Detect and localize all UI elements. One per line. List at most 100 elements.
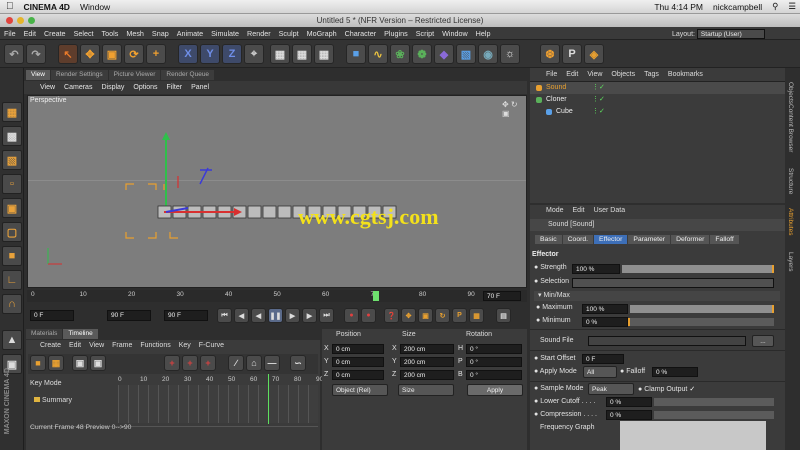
compression-field[interactable]: 0 % [606, 410, 652, 420]
apply-button[interactable]: Apply [467, 384, 523, 396]
coord-rv-field-0[interactable]: 0 ° [466, 344, 522, 354]
layout-value[interactable]: Startup (User) [696, 29, 765, 39]
z-axis-icon[interactable]: Z [222, 44, 242, 64]
add-key-icon[interactable]: + [164, 355, 180, 371]
attribute-tab-1[interactable]: Coord. [562, 235, 594, 244]
viewport-nav-icons[interactable]: ✥ ↻ ▣ [502, 100, 526, 118]
prev-frame-icon[interactable]: ◀ [251, 308, 266, 323]
object-menu-objects[interactable]: Objects [611, 71, 635, 78]
frame-selected-icon[interactable]: ▣ [90, 355, 106, 371]
max-frame-field[interactable]: 90 F [164, 310, 208, 321]
attribute-menu-0[interactable]: Mode [546, 207, 564, 214]
coord-sv-field-0[interactable]: 200 cm [400, 344, 454, 354]
camera-icon[interactable]: ◉ [478, 44, 498, 64]
viewport-menu-view[interactable]: View [40, 84, 55, 91]
timeline-track[interactable] [118, 385, 318, 423]
render-settings-icon[interactable]: ▦ [314, 44, 334, 64]
structure-side-tab[interactable]: Structure [787, 168, 794, 194]
menu-tools[interactable]: Tools [102, 29, 119, 38]
maximum-slider-handle[interactable] [772, 305, 774, 313]
menu-window[interactable]: Window [442, 29, 468, 38]
view-tab-2[interactable]: Picture Viewer [108, 70, 161, 80]
object-menu-edit[interactable]: Edit [566, 71, 578, 78]
position-key-icon[interactable]: ✥ [401, 308, 416, 323]
timeline-tab-materials[interactable]: Materials [26, 329, 63, 339]
object-row-cloner[interactable]: Cloner ⋮✓ [530, 95, 785, 106]
param-key-icon[interactable]: P [452, 308, 467, 323]
step-icon[interactable]: — [264, 355, 280, 371]
menu-sculpt[interactable]: Sculpt [279, 29, 299, 38]
menu-create[interactable]: Create [44, 29, 66, 38]
floor-icon[interactable]: ▧ [456, 44, 476, 64]
timeline-menu-2[interactable]: View [89, 342, 104, 349]
cube-primitive-icon[interactable]: ■ [346, 44, 366, 64]
apply-mode-select[interactable]: All [583, 366, 617, 378]
selection-field[interactable] [572, 278, 774, 288]
timeline-menu-3[interactable]: Frame [112, 342, 132, 349]
sample-mode-select[interactable]: Peak [588, 383, 634, 395]
menu-render[interactable]: Render [247, 29, 271, 38]
timeline-menu-0[interactable]: Create [40, 342, 61, 349]
polygons-mode-icon[interactable]: ■ [2, 246, 22, 266]
delete-key-icon[interactable]: + [182, 355, 198, 371]
soft-selection-icon[interactable]: ▲ [2, 330, 22, 350]
recent-tool-icon[interactable]: + [146, 44, 166, 64]
strength-slider[interactable] [622, 265, 774, 273]
menu-help[interactable]: Help [476, 29, 491, 38]
minimum-slider[interactable] [628, 318, 774, 326]
scale-key-icon[interactable]: ▣ [418, 308, 433, 323]
object-visibility-icon[interactable]: ⋮✓ [592, 83, 605, 91]
coord-rv-field-2[interactable]: 0 ° [466, 370, 522, 380]
preview-end-field[interactable]: 90 F [107, 310, 151, 321]
viewport-menu-options[interactable]: Options [133, 84, 157, 91]
render-picture-viewer-icon[interactable]: ▦ [292, 44, 312, 64]
autokey-icon[interactable]: ● [361, 308, 376, 323]
edges-mode-icon[interactable]: ▢ [2, 222, 22, 242]
attributes-side-tab[interactable]: Attributes [787, 208, 794, 235]
coord-pv-field-1[interactable]: 0 cm [332, 357, 384, 367]
keyframe-selection-icon[interactable]: ❓ [384, 308, 399, 323]
coord-rv-field-1[interactable]: 0 ° [466, 357, 522, 367]
pla-key-icon[interactable]: ▦ [469, 308, 484, 323]
window-menu[interactable]: Window [80, 2, 110, 12]
menu-character[interactable]: Character [345, 29, 377, 38]
texture-mode-icon[interactable]: ▧ [2, 150, 22, 170]
timeline-icon[interactable]: ▤ [496, 308, 511, 323]
object-menu-tags[interactable]: Tags [644, 71, 659, 78]
linear-interp-icon[interactable]: ∕ [228, 355, 244, 371]
prev-key-icon[interactable]: ◀ [234, 308, 249, 323]
next-key-icon[interactable]: ▶ [302, 308, 317, 323]
search-icon[interactable]: ⚲ [772, 1, 778, 12]
redo-icon[interactable]: ↷ [26, 44, 46, 64]
nurbs-icon[interactable]: ❀ [390, 44, 410, 64]
start-frame-field[interactable]: 0 F [30, 310, 74, 321]
timeline-menu-5[interactable]: Key [179, 342, 191, 349]
menu-mesh[interactable]: Mesh [126, 29, 144, 38]
attribute-tab-4[interactable]: Deformer [671, 235, 710, 244]
go-start-icon[interactable]: ⏮ [217, 308, 232, 323]
x-axis-icon[interactable]: X [178, 44, 198, 64]
timeline-tab-timeline[interactable]: Timeline [63, 329, 98, 339]
viewport[interactable]: Perspective www.cgtsj.com ✥ ↻ ▣ [27, 95, 527, 288]
menu-file[interactable]: File [4, 29, 16, 38]
layout-selector[interactable]: Layout: Startup (User) [672, 29, 765, 39]
view-tab-1[interactable]: Render Settings [50, 70, 108, 80]
object-menu-view[interactable]: View [587, 71, 602, 78]
sound-file-field[interactable] [588, 336, 746, 346]
object-visibility-icon[interactable]: ⋮✓ [592, 107, 605, 115]
maximum-field[interactable]: 100 % [582, 304, 628, 314]
object-row-cube[interactable]: Cube ⋮✓ [530, 107, 785, 118]
lower-cutoff-field[interactable]: 0 % [606, 397, 652, 407]
scale-icon[interactable]: ▣ [102, 44, 122, 64]
compression-slider[interactable] [654, 411, 774, 419]
size-mode-select[interactable]: Size [398, 384, 454, 396]
menu-mograph[interactable]: MoGraph [307, 29, 337, 38]
spline-interp-icon[interactable]: ∽ [290, 355, 306, 371]
attribute-tab-2[interactable]: Effector [594, 235, 628, 244]
key-mode-icon[interactable]: ■ [30, 355, 46, 371]
python-icon[interactable]: P [562, 44, 582, 64]
play-icon[interactable]: ❚❚ [268, 308, 283, 323]
viewport-menu-cameras[interactable]: Cameras [64, 84, 92, 91]
timeline-playhead[interactable] [268, 374, 269, 424]
zoom-window-icon[interactable] [28, 17, 35, 24]
